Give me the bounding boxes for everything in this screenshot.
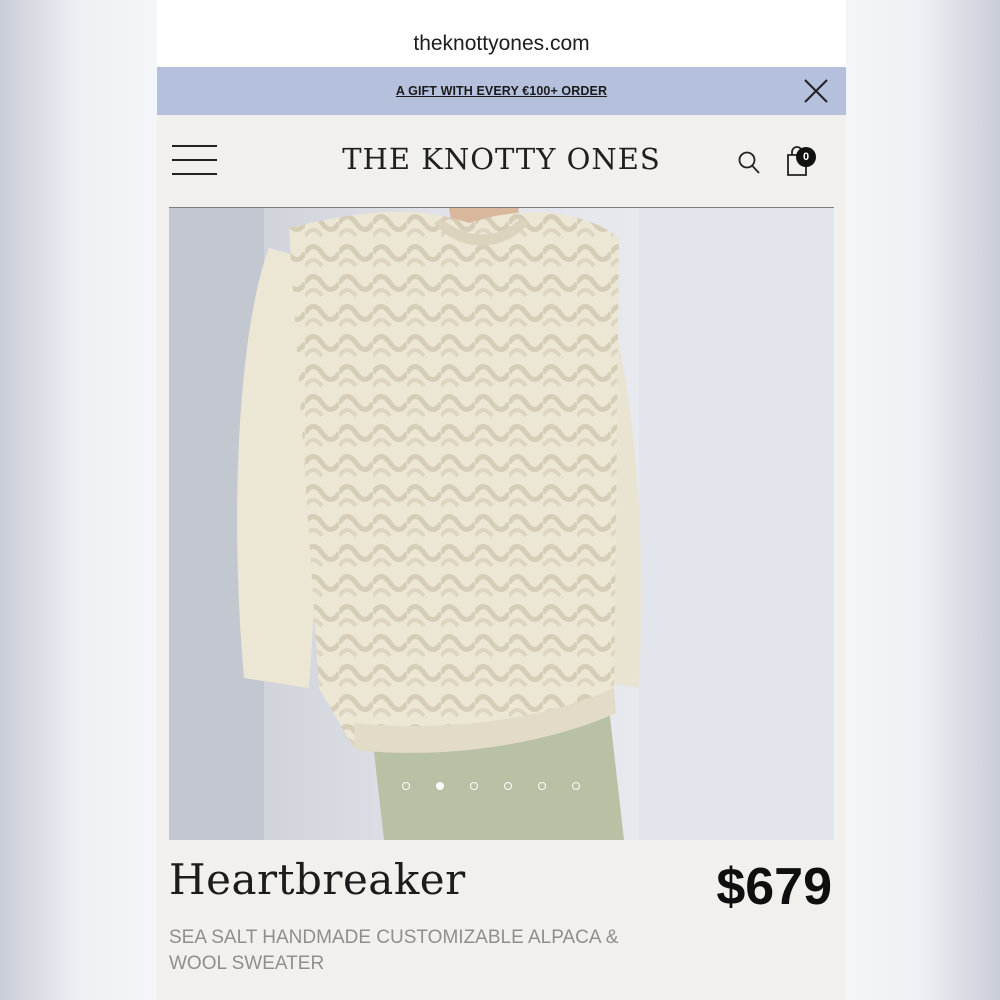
promo-banner: A GIFT WITH EVERY €100+ ORDER <box>157 67 846 115</box>
product-section: Heartbreaker $679 SEA SALT HANDMADE CUST… <box>157 207 846 1000</box>
close-icon[interactable] <box>802 77 830 105</box>
product-image[interactable] <box>169 207 834 840</box>
search-icon[interactable] <box>737 150 761 176</box>
product-price: $679 <box>716 858 832 916</box>
phone-screen: theknottyones.com A GIFT WITH EVERY €100… <box>157 0 846 1000</box>
cart-count-badge: 0 <box>796 147 816 167</box>
gallery-dot[interactable] <box>470 782 478 790</box>
url-text: theknottyones.com <box>413 31 590 55</box>
gallery-dot-active[interactable] <box>436 782 444 790</box>
browser-address-bar[interactable]: theknottyones.com <box>157 0 846 67</box>
sweater-photo <box>169 208 834 840</box>
gallery-dot[interactable] <box>572 782 580 790</box>
gallery-dot[interactable] <box>402 782 410 790</box>
product-description: SEA SALT HANDMADE CUSTOMIZABLE ALPACA & … <box>169 927 619 974</box>
gallery-pagination <box>402 782 580 790</box>
site-header: THE KNOTTY ONES 0 <box>157 115 846 207</box>
gallery-dot[interactable] <box>504 782 512 790</box>
promo-link[interactable]: A GIFT WITH EVERY €100+ ORDER <box>396 84 607 98</box>
product-title: Heartbreaker <box>169 855 466 904</box>
gallery-dot[interactable] <box>538 782 546 790</box>
